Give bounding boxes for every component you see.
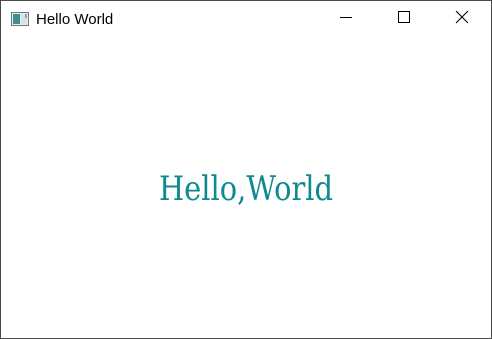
- title-bar[interactable]: Hello World: [1, 1, 491, 37]
- maximize-icon: [398, 10, 410, 28]
- close-button[interactable]: [433, 1, 491, 37]
- minimize-icon: [340, 10, 352, 28]
- app-window-icon: [11, 12, 29, 26]
- maximize-button[interactable]: [375, 1, 433, 37]
- app-window: Hello World Hello,World: [0, 0, 492, 339]
- window-content: Hello,World: [1, 37, 491, 338]
- hello-label: Hello,World: [158, 169, 334, 209]
- minimize-button[interactable]: [317, 1, 375, 37]
- window-title: Hello World: [36, 11, 114, 28]
- close-icon: [455, 10, 469, 29]
